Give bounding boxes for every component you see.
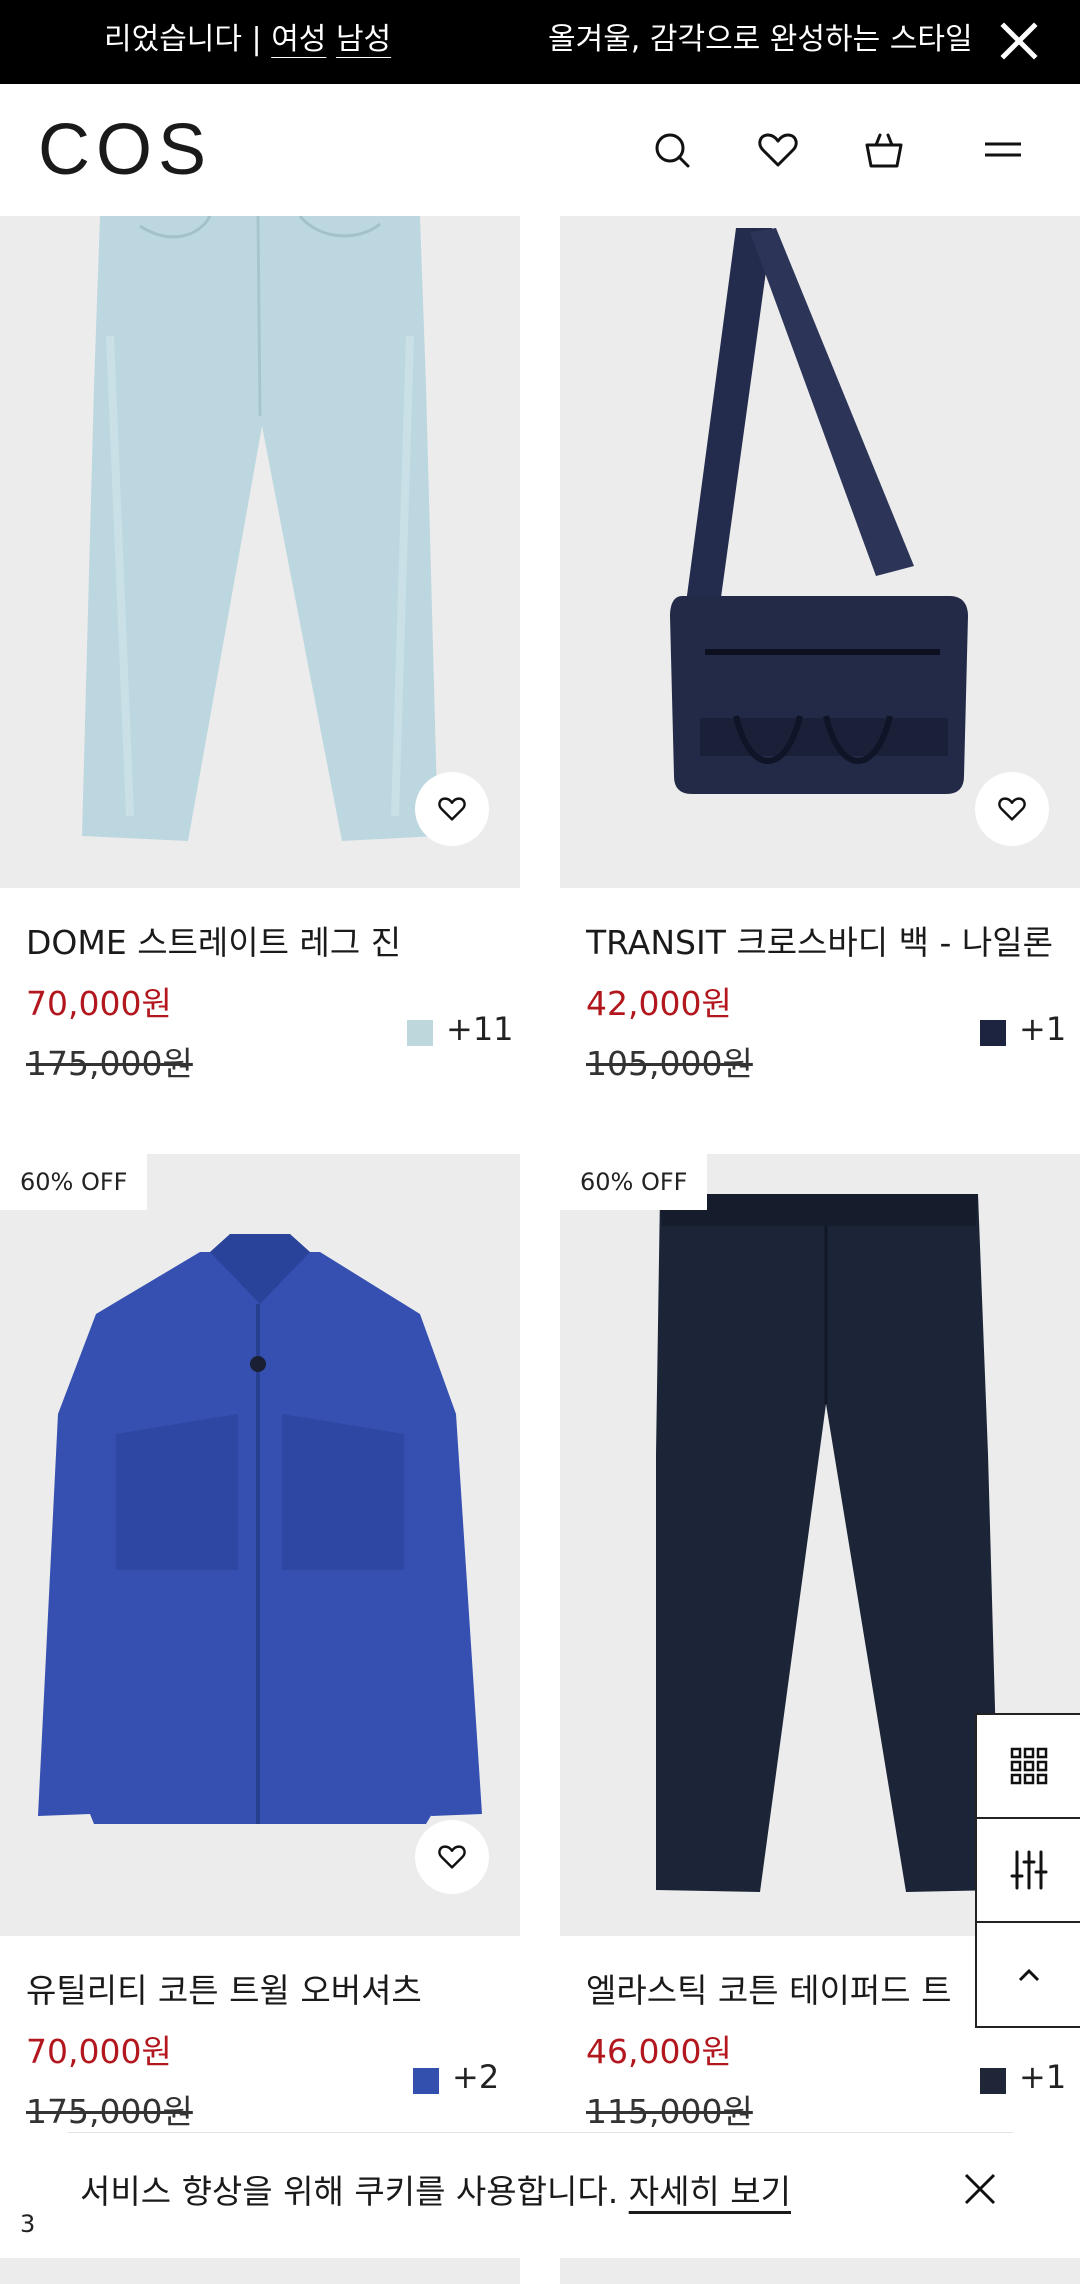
discount-badge: 60% OFF — [0, 1154, 148, 1210]
cookie-text: 서비스 향상을 위해 쿠키를 사용합니다. — [80, 2172, 629, 2211]
product-image[interactable] — [0, 1154, 520, 1936]
more-colors-count: +1 — [1019, 2058, 1067, 2096]
shirt-illustration — [0, 1154, 520, 1936]
more-colors-count: +2 — [452, 2058, 500, 2096]
cookie-message: 서비스 향상을 위해 쿠키를 사용합니다. 자세히 보기 — [80, 2165, 791, 2213]
cookie-banner: 서비스 향상을 위해 쿠키를 사용합니다. 자세히 보기 — [40, 2133, 1040, 2249]
original-price: 175,000원 — [26, 1044, 193, 1083]
product-name[interactable]: TRANSIT 크로스바디 백 - 나일론 — [586, 916, 1056, 964]
heart-icon — [998, 797, 1026, 821]
close-icon[interactable] — [998, 20, 1040, 62]
bag-icon[interactable] — [858, 124, 910, 176]
sale-price: 70,000원 — [26, 2032, 172, 2071]
sale-price: 46,000원 — [586, 2032, 732, 2071]
sale-price: 70,000원 — [26, 984, 172, 1023]
heart-icon — [438, 797, 466, 821]
product-card[interactable]: DOME 스트레이트 레그 진 70,000원 175,000원 +11 — [0, 216, 520, 1096]
product-card[interactable]: 60% OFF 유틸리티 코튼 트윌 오버셔츠 70,000원 175,000원… — [0, 1154, 520, 2134]
logo[interactable]: COS — [38, 110, 212, 190]
heart-icon[interactable] — [752, 124, 804, 176]
wishlist-button[interactable] — [415, 772, 489, 846]
color-swatch[interactable] — [407, 1020, 433, 1046]
announcement-message-2: 올겨울, 감각으로 완성하는 스타일 — [548, 22, 973, 57]
color-swatch[interactable] — [413, 2068, 439, 2094]
menu-icon[interactable] — [977, 124, 1029, 176]
original-price: 175,000원 — [26, 2092, 193, 2131]
link-women[interactable]: 여성 — [271, 22, 326, 57]
color-swatch[interactable] — [980, 1020, 1006, 1046]
link-men[interactable]: 남성 — [336, 22, 391, 57]
product-name[interactable]: DOME 스트레이트 레그 진 — [26, 916, 506, 964]
filter-sliders-icon — [1010, 1850, 1047, 1890]
wishlist-button[interactable] — [975, 772, 1049, 846]
scroll-top-button[interactable] — [977, 1923, 1080, 2027]
filter-button[interactable] — [977, 1819, 1080, 1923]
color-swatch[interactable] — [980, 2068, 1006, 2094]
grid-view-icon — [1010, 1747, 1047, 1785]
product-name[interactable]: 유틸리티 코튼 트윌 오버셔츠 — [26, 1964, 506, 2012]
cookie-details-link[interactable]: 자세히 보기 — [629, 2172, 791, 2211]
next-row-image — [560, 2258, 1080, 2284]
original-price: 115,000원 — [586, 2092, 753, 2131]
announcement-prefix: 리었습니다 | — [104, 22, 272, 57]
partial-badge-text: 3 — [20, 2210, 36, 2238]
product-name[interactable]: 엘라스틱 코튼 테이퍼드 트 — [586, 1964, 986, 2012]
discount-badge: 60% OFF — [560, 1154, 708, 1210]
close-icon[interactable] — [960, 2169, 1000, 2209]
chevron-up-icon — [1018, 1968, 1039, 1982]
site-header: COS — [0, 84, 1080, 216]
more-colors-count: +1 — [1019, 1010, 1067, 1048]
sale-price: 42,000원 — [586, 984, 732, 1023]
wishlist-button[interactable] — [415, 1820, 489, 1894]
next-row-image — [0, 2258, 520, 2284]
announcement-message-1: 리었습니다 | 여성 남성 — [104, 0, 391, 84]
announcement-bar: 리었습니다 | 여성 남성 올겨울, 감각으로 완성하는 스타일 — [0, 0, 1080, 84]
more-colors-count: +11 — [446, 1010, 514, 1048]
product-card[interactable]: TRANSIT 크로스바디 백 - 나일론 42,000원 105,000원 +… — [560, 216, 1080, 1096]
grid-view-button[interactable] — [977, 1715, 1080, 1819]
heart-icon — [438, 1845, 466, 1869]
original-price: 105,000원 — [586, 1044, 753, 1083]
search-icon[interactable] — [646, 124, 698, 176]
floating-tools — [975, 1713, 1080, 2028]
